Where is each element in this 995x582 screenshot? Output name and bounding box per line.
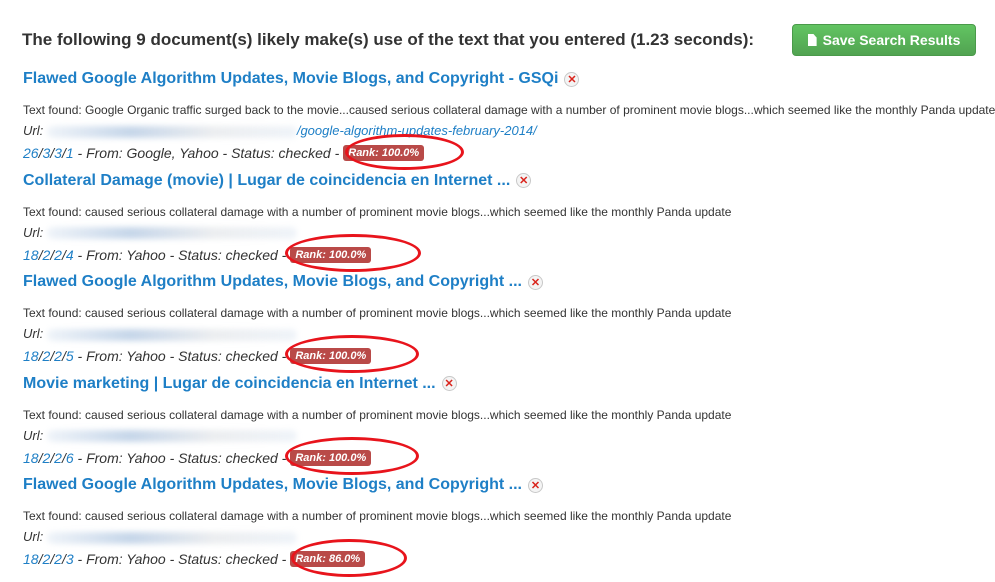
stat-link[interactable]: 18	[23, 551, 39, 567]
text-found: Text found: caused serious collateral da…	[23, 407, 732, 422]
result-title-row: Flawed Google Algorithm Updates, Movie B…	[23, 273, 543, 291]
stat-link[interactable]: 3	[42, 145, 50, 161]
text-found: Text found: caused serious collateral da…	[23, 204, 732, 219]
stat-link[interactable]: 2	[42, 551, 50, 567]
url-label: Url:	[23, 123, 44, 138]
meta-text: - From: Yahoo - Status: checked -	[77, 551, 287, 567]
annotation-circle	[285, 436, 419, 475]
result-url: Url:	[23, 428, 297, 443]
redacted-url-blur	[46, 328, 297, 341]
results-header: The following 9 document(s) likely make(…	[22, 24, 982, 58]
result-item: Movie marketing | Lugar de coincidencia …	[23, 375, 995, 477]
result-url: Url:	[23, 225, 297, 240]
text-found: Text found: caused serious collateral da…	[23, 306, 732, 320]
stat-link[interactable]: 3	[66, 551, 74, 567]
redacted-url-blur	[46, 430, 297, 443]
stat-link[interactable]: 2	[54, 247, 62, 263]
close-icon[interactable]: ✕	[564, 71, 580, 87]
url-label: Url:	[23, 427, 44, 443]
stat-link[interactable]: 18	[23, 247, 39, 263]
annotation-circle	[285, 335, 419, 373]
results-list: Flawed Google Algorithm Updates, Movie B…	[23, 70, 995, 578]
result-item: Flawed Google Algorithm Updates, Movie B…	[23, 476, 995, 578]
url-label: Url:	[23, 326, 44, 341]
result-title-link[interactable]: Movie marketing | Lugar de coincidencia …	[23, 375, 436, 393]
meta-text: - From: Yahoo - Status: checked -	[77, 246, 287, 263]
meta-text: - From: Yahoo - Status: checked -	[77, 449, 287, 466]
annotation-circle	[285, 233, 421, 272]
stat-link[interactable]: 2	[42, 247, 50, 263]
close-icon[interactable]: ✕	[528, 274, 543, 290]
result-url: Url:	[23, 326, 297, 341]
stat-link[interactable]: 6	[66, 450, 74, 466]
stat-link[interactable]: 2	[54, 348, 62, 364]
page-title: The following 9 document(s) likely make(…	[22, 30, 755, 49]
text-found: Text found: caused serious collateral da…	[23, 509, 732, 523]
stat-link[interactable]: 2	[54, 551, 62, 567]
annotation-circle	[345, 134, 464, 170]
meta-text: - From: Google, Yahoo - Status: checked …	[77, 145, 340, 161]
redacted-url-blur	[46, 531, 297, 544]
result-item: Collateral Damage (movie) | Lugar de coi…	[23, 172, 995, 274]
result-title-row: Flawed Google Algorithm Updates, Movie B…	[23, 70, 580, 88]
result-title-row: Collateral Damage (movie) | Lugar de coi…	[23, 172, 532, 190]
close-icon[interactable]: ✕	[441, 376, 457, 391]
save-search-results-button[interactable]: Save Search Results	[792, 24, 976, 56]
url-label: Url:	[23, 529, 44, 544]
meta-text: - From: Yahoo - Status: checked -	[77, 348, 287, 364]
result-title-link[interactable]: Flawed Google Algorithm Updates, Movie B…	[23, 476, 522, 494]
stat-link[interactable]: 18	[23, 348, 39, 364]
document-icon	[807, 34, 817, 46]
stat-link[interactable]: 3	[54, 145, 62, 161]
result-title-row: Movie marketing | Lugar de coincidencia …	[23, 375, 457, 393]
annotation-circle	[291, 539, 407, 577]
stat-link[interactable]: 26	[23, 145, 39, 161]
close-icon[interactable]: ✕	[528, 477, 543, 493]
stat-link[interactable]: 4	[66, 247, 74, 263]
result-title-row: Flawed Google Algorithm Updates, Movie B…	[23, 476, 543, 494]
result-item: Flawed Google Algorithm Updates, Movie B…	[23, 70, 995, 172]
stat-link[interactable]: 2	[42, 450, 50, 466]
close-icon[interactable]: ✕	[516, 173, 532, 188]
text-found: Text found: Google Organic traffic surge…	[23, 103, 995, 117]
stat-link[interactable]: 18	[23, 450, 39, 466]
stat-link[interactable]: 2	[54, 450, 62, 466]
result-url: Url:	[23, 529, 297, 544]
redacted-url-blur	[46, 227, 297, 240]
result-url: Url: /google-algorithm-updates-february-…	[23, 123, 537, 138]
result-title-link[interactable]: Flawed Google Algorithm Updates, Movie B…	[23, 70, 558, 88]
result-title-link[interactable]: Collateral Damage (movie) | Lugar de coi…	[23, 172, 510, 190]
result-title-link[interactable]: Flawed Google Algorithm Updates, Movie B…	[23, 273, 522, 291]
stat-link[interactable]: 2	[42, 348, 50, 364]
redacted-url-blur	[46, 125, 297, 138]
result-item: Flawed Google Algorithm Updates, Movie B…	[23, 273, 995, 375]
save-button-label: Save Search Results	[822, 32, 961, 48]
url-label: Url:	[23, 224, 44, 240]
stat-link[interactable]: 1	[66, 145, 74, 161]
stat-link[interactable]: 5	[66, 348, 74, 364]
